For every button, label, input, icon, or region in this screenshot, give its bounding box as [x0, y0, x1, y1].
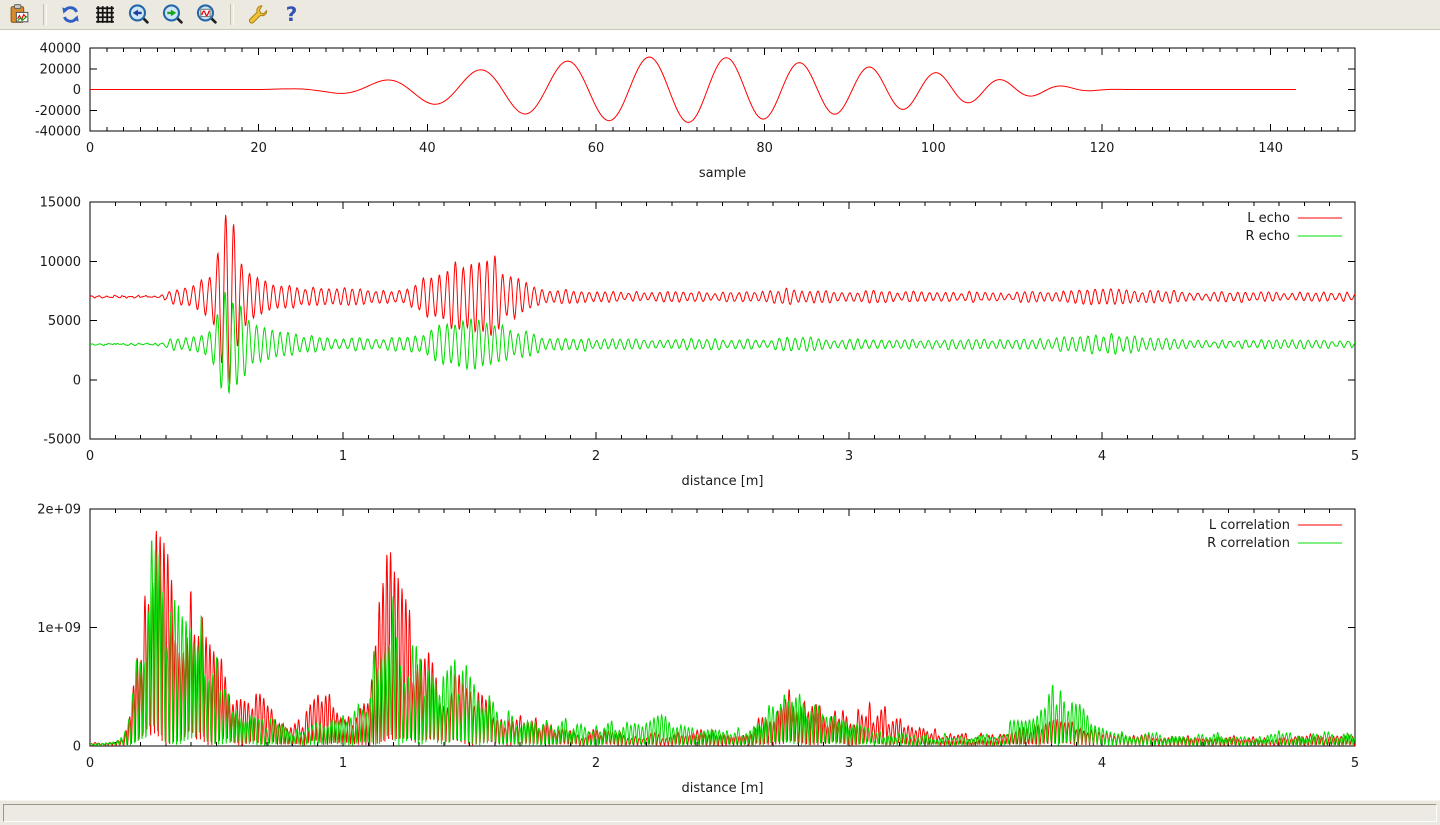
status-bar: [0, 800, 1440, 825]
copy-to-clipboard-icon: [8, 3, 31, 26]
x-tick-label: 3: [845, 756, 853, 771]
copy-to-clipboard-button[interactable]: [6, 2, 33, 27]
x-tick-label: 40: [419, 141, 436, 156]
replot-button[interactable]: [57, 2, 84, 27]
toolbar: ?: [0, 0, 1440, 30]
x-tick-label: 1: [339, 756, 347, 771]
x-tick-label: 100: [921, 141, 946, 156]
x-tick-label: 20: [250, 141, 267, 156]
y-tick-label: 20000: [40, 62, 81, 77]
series-group: [90, 531, 1355, 746]
correlation-chart[interactable]: 0 1 2 3 4 5 0 1e+09 2e+09 distance [m] L correlati…: [0, 495, 1440, 800]
series-group: [90, 215, 1355, 393]
replot-refresh-icon: [59, 3, 82, 26]
autoscale-button[interactable]: [193, 2, 220, 27]
y-tick-label: 1e+09: [37, 621, 81, 636]
x-tick-label: 120: [1090, 141, 1115, 156]
y-tick-label: 10000: [40, 255, 81, 270]
echo-chart[interactable]: 0 1 2 3 4 5 -5000 0 5000 10000 15000 distance [m] L …: [0, 190, 1440, 495]
x-tick-label: 2: [592, 449, 600, 464]
x-tick-label: 3: [845, 449, 853, 464]
series-group: [90, 57, 1296, 122]
waveform-chart[interactable]: 0 20 40 60 80 100 120 140 -40000 -20000 0 20000 4000…: [0, 32, 1440, 190]
y-tick-label: 2e+09: [37, 503, 81, 518]
toolbar-separator: [230, 4, 234, 25]
svg-text:?: ?: [286, 3, 298, 26]
x-axis-label: sample: [699, 166, 746, 181]
autoscale-icon: [195, 3, 218, 26]
x-tick-label: 0: [86, 756, 94, 771]
zoom-previous-icon: [127, 3, 150, 26]
y-tick-label: 0: [73, 740, 81, 755]
gnuplot-window: ? 020406080100120140-40000-2000002000040…: [0, 0, 1440, 825]
help-icon: ?: [280, 3, 303, 26]
x-tick-label: 2: [592, 756, 600, 771]
x-tick-label: 4: [1098, 756, 1106, 771]
x-tick-label: 60: [588, 141, 605, 156]
axis-ticks: [90, 202, 1355, 439]
y-tick-label: -40000: [35, 125, 81, 140]
plot-frame: [90, 509, 1355, 746]
x-tick-label: 140: [1258, 141, 1283, 156]
plot-frame: [90, 202, 1355, 439]
y-tick-label: -20000: [35, 104, 81, 119]
series-l-correlation: [90, 531, 1355, 746]
configure-button[interactable]: [244, 2, 271, 27]
y-tick-label: -5000: [43, 433, 81, 448]
axis-ticks: [90, 509, 1355, 746]
legend-label: L echo: [1247, 211, 1290, 226]
legend-label: L correlation: [1209, 518, 1290, 533]
status-bar-field: [3, 804, 1437, 822]
x-tick-label: 0: [86, 141, 94, 156]
y-tick-label: 0: [73, 83, 81, 98]
toggle-grid-button[interactable]: [91, 2, 118, 27]
y-tick-label: 40000: [40, 42, 81, 57]
series-r-correlation: [90, 540, 1355, 745]
y-tick-label: 0: [73, 373, 81, 388]
x-tick-label: 5: [1351, 449, 1359, 464]
zoom-next-icon: [161, 3, 184, 26]
x-tick-label: 80: [756, 141, 773, 156]
help-button[interactable]: ?: [278, 2, 305, 27]
series-l-echo: [90, 215, 1355, 384]
x-tick-label: 1: [339, 449, 347, 464]
toggle-grid-icon: [93, 3, 116, 26]
y-tick-label: 5000: [48, 314, 81, 329]
toolbar-separator: [43, 4, 47, 25]
configure-wrench-icon: [246, 3, 269, 26]
zoom-next-button[interactable]: [159, 2, 186, 27]
legend-label: R echo: [1245, 229, 1290, 244]
x-axis-label: distance [m]: [681, 474, 763, 489]
series-r-echo: [90, 292, 1355, 393]
series-transmitted-ping: [90, 57, 1296, 122]
legend-label: R correlation: [1207, 536, 1290, 551]
x-tick-label: 0: [86, 449, 94, 464]
zoom-previous-button[interactable]: [125, 2, 152, 27]
y-tick-label: 15000: [40, 196, 81, 211]
x-tick-label: 4: [1098, 449, 1106, 464]
x-axis-label: distance [m]: [681, 781, 763, 796]
x-tick-label: 5: [1351, 756, 1359, 771]
